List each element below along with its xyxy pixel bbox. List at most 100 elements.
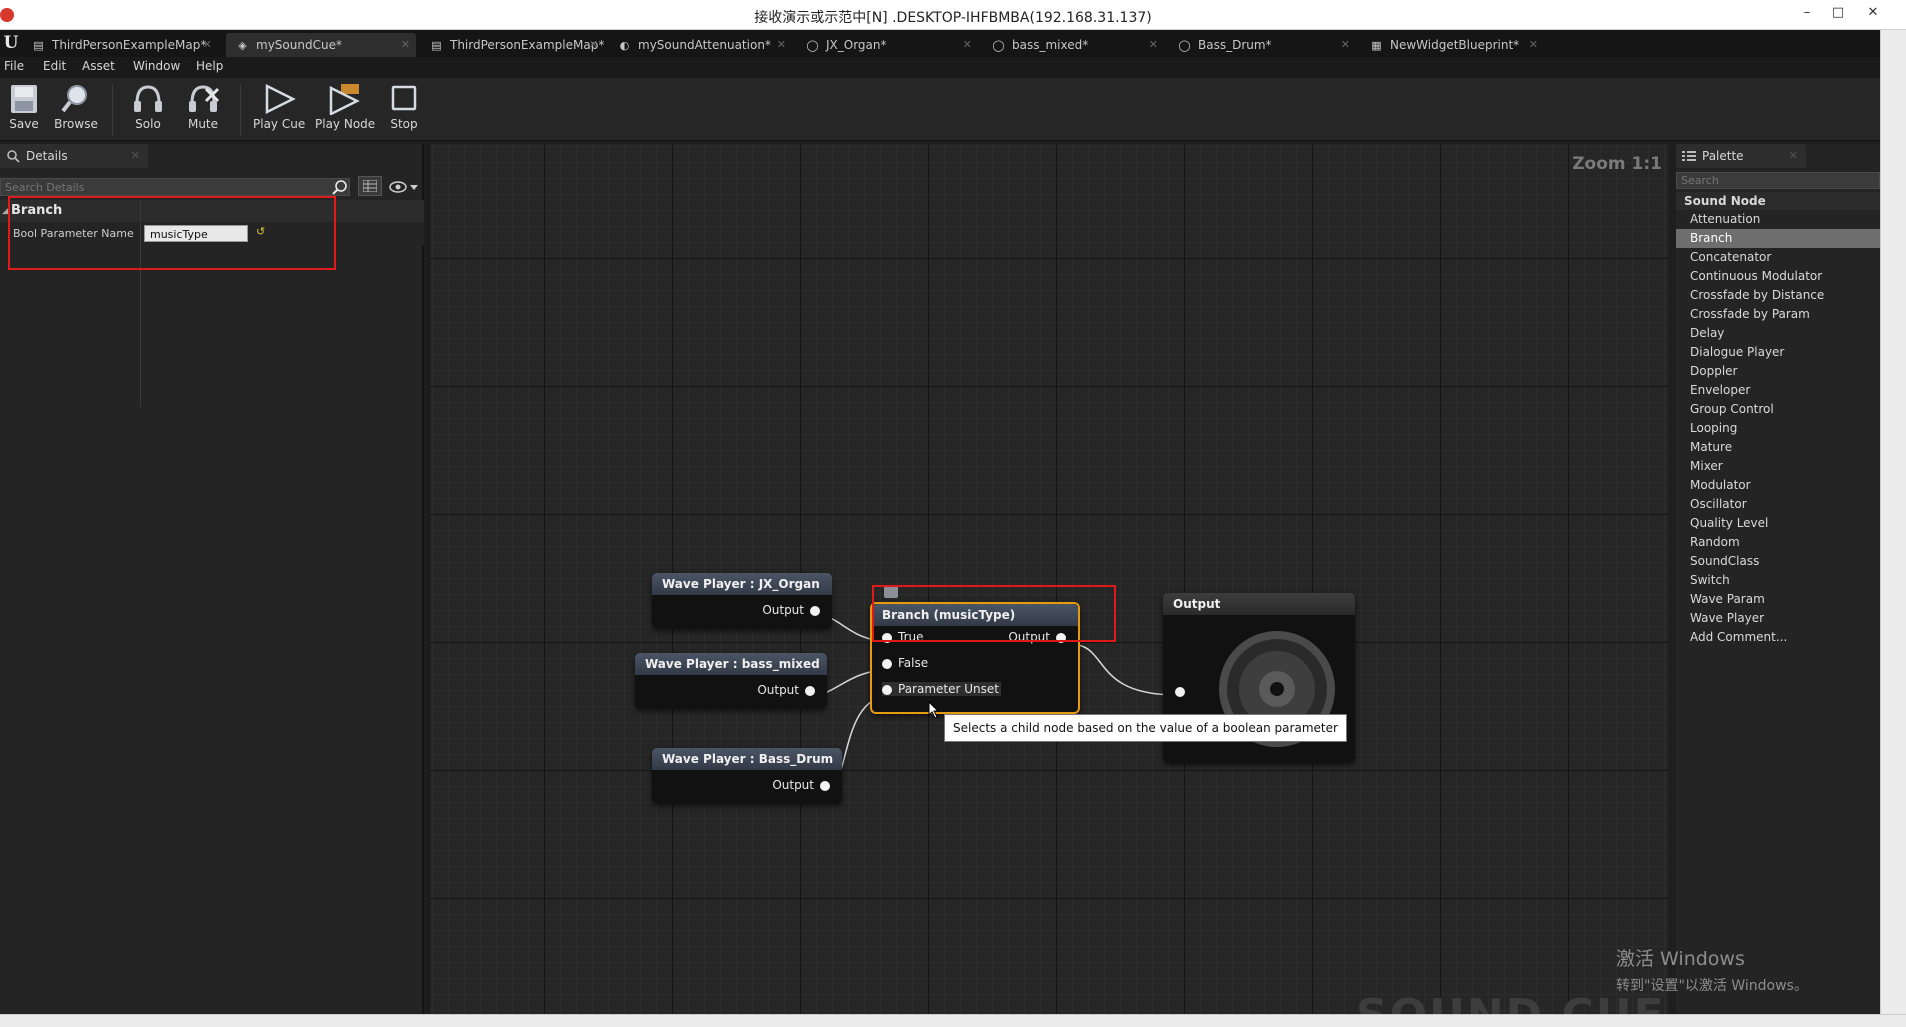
doc-tab[interactable]: ▤ ThirdPersonExampleMap* ✕ [22, 33, 218, 57]
palette-item[interactable]: Group Control [1676, 400, 1880, 419]
menu-asset[interactable]: Asset [82, 59, 115, 73]
wire-branch-to-output [1069, 643, 1178, 696]
view-options-button[interactable] [388, 179, 420, 195]
palette-item[interactable]: Add Comment... [1676, 628, 1880, 647]
palette-item[interactable]: Concatenator [1676, 248, 1880, 267]
browse-button[interactable]: Browse [52, 83, 100, 138]
node-title: Output [1163, 593, 1355, 615]
details-panel: Details ✕ ◢ Branch Bool Parameter Name m… [0, 144, 424, 1014]
palette-tab[interactable]: Palette ✕ [1676, 144, 1806, 168]
palette-item[interactable]: Wave Param [1676, 590, 1880, 609]
palette-item[interactable]: Mixer [1676, 457, 1880, 476]
output-pin[interactable]: Output [757, 683, 815, 697]
play-node-button[interactable]: Play Node [315, 83, 375, 138]
doc-tab[interactable]: ◯ Bass_Drum* ✕ [1168, 33, 1356, 57]
zoom-indicator: Zoom 1:1 [1572, 154, 1662, 174]
graph-wires [813, 614, 1178, 790]
wave-player-organ-node[interactable]: Wave Player : JX_Organ Output [652, 573, 832, 629]
stop-button[interactable]: Stop [384, 83, 424, 138]
pin-dot-icon [882, 658, 892, 669]
menu-help[interactable]: Help [196, 59, 223, 73]
attenuation-icon: ◐ [619, 39, 630, 52]
details-search-input[interactable] [0, 178, 350, 196]
palette-item[interactable]: Mature [1676, 438, 1880, 457]
tab-close-icon[interactable]: ✕ [777, 33, 786, 57]
output-pin[interactable]: Output [772, 778, 830, 792]
output-pin[interactable]: Output [762, 603, 820, 617]
sound-node-category[interactable]: Sound Node [1676, 192, 1880, 210]
palette-item[interactable]: Oscillator [1676, 495, 1880, 514]
eye-icon [389, 181, 418, 193]
search-icon[interactable] [332, 179, 348, 195]
list-icon [1682, 151, 1696, 161]
doc-tab[interactable]: ◈ mySoundCue* ✕ [226, 33, 416, 57]
parameter-unset-pin[interactable]: Parameter Unset [882, 682, 1001, 696]
sound-node-category-label: Sound Node [1684, 194, 1766, 208]
palette-item[interactable]: Continuous Modulator [1676, 267, 1880, 286]
toolbar-separator [240, 84, 241, 136]
remote-horizontal-scrollbar[interactable] [0, 1014, 1906, 1027]
remote-scrollbar[interactable] [1880, 30, 1906, 1014]
doc-tab[interactable]: ◐ mySoundAttenuation* ✕ [608, 33, 792, 57]
palette-search-input[interactable] [1676, 172, 1880, 189]
wave-player-bass-mixed-node[interactable]: Wave Player : bass_mixed Output [635, 653, 827, 709]
palette-item[interactable]: Dialogue Player [1676, 343, 1880, 362]
palette-item[interactable]: Crossfade by Distance [1676, 286, 1880, 305]
palette-item[interactable]: SoundClass [1676, 552, 1880, 571]
palette-item[interactable]: Enveloper [1676, 381, 1880, 400]
details-tab[interactable]: Details ✕ [0, 144, 148, 168]
palette-item[interactable]: Wave Player [1676, 609, 1880, 628]
sound-cue-graph[interactable]: Zoom 1:1 SOUND CUE Wave Player : JX_Orga… [428, 144, 1668, 1014]
tab-close-icon[interactable]: ✕ [963, 33, 972, 57]
tab-close-icon[interactable]: ✕ [401, 33, 410, 57]
tab-close-icon[interactable]: ✕ [1529, 33, 1538, 57]
maximize-button[interactable]: □ [1825, 2, 1851, 24]
sound-wave-icon: ◯ [806, 39, 819, 52]
doc-tab-label: JX_Organ* [826, 38, 887, 52]
play-cue-label: Play Cue [253, 117, 306, 131]
doc-tab[interactable]: ◯ bass_mixed* ✕ [982, 33, 1164, 57]
palette-item[interactable]: Crossfade by Param [1676, 305, 1880, 324]
menu-edit[interactable]: Edit [43, 59, 66, 73]
mute-button[interactable]: Mute [180, 83, 226, 138]
palette-item[interactable]: Doppler [1676, 362, 1880, 381]
pin-dot-icon [810, 605, 820, 616]
output-input-pin[interactable] [1175, 687, 1185, 697]
palette-item[interactable]: Random [1676, 533, 1880, 552]
map-icon: ▤ [431, 39, 442, 52]
sound-wave-icon: ◯ [1178, 39, 1191, 52]
play-cue-button[interactable]: Play Cue [253, 83, 305, 138]
palette-item[interactable]: Delay [1676, 324, 1880, 343]
palette-item[interactable]: Switch [1676, 571, 1880, 590]
toolbar: Save Browse Solo Mute Play Cue Play Node… [0, 78, 1880, 141]
doc-tab[interactable]: ▦ NewWidgetBlueprint* ✕ [1360, 33, 1544, 57]
doc-tab[interactable]: ◯ JX_Organ* ✕ [796, 33, 978, 57]
false-pin[interactable]: False [882, 656, 928, 670]
palette-tab-close-icon[interactable]: ✕ [1789, 144, 1798, 168]
grid-icon [363, 180, 377, 192]
tab-close-icon[interactable]: ✕ [1149, 33, 1158, 57]
palette-item[interactable]: Quality Level [1676, 514, 1880, 533]
palette-item[interactable]: Looping [1676, 419, 1880, 438]
wave-player-bass-drum-node[interactable]: Wave Player : Bass_Drum Output [652, 748, 842, 804]
menu-window[interactable]: Window [133, 59, 180, 73]
palette-item[interactable]: Modulator [1676, 476, 1880, 495]
details-tab-close-icon[interactable]: ✕ [131, 144, 140, 168]
property-matrix-button[interactable] [358, 176, 382, 196]
close-button[interactable]: ✕ [1860, 2, 1886, 24]
doc-tab[interactable]: ▤ ThirdPersonExampleMap* ✕ [420, 33, 604, 57]
palette-item[interactable]: Branch [1676, 229, 1880, 248]
remote-session-titlebar: 接收演示或示范中[N] .DESKTOP-IHFBMBA(192.168.31.… [0, 0, 1906, 30]
save-button[interactable]: Save [2, 83, 46, 138]
node-title: Wave Player : Bass_Drum [652, 748, 842, 770]
palette-item[interactable]: Attenuation [1676, 210, 1880, 229]
tab-close-icon[interactable]: ✕ [1341, 33, 1350, 57]
solo-button[interactable]: Solo [126, 83, 170, 138]
windows-activation-watermark: 激活 Windows 转到"设置"以激活 Windows。 [1616, 944, 1808, 995]
activation-title: 激活 Windows [1616, 948, 1745, 970]
minimize-button[interactable]: – [1794, 2, 1820, 24]
browse-label: Browse [54, 117, 98, 131]
menu-file[interactable]: File [4, 59, 24, 73]
tab-close-icon[interactable]: ✕ [203, 33, 212, 57]
tab-close-icon[interactable]: ✕ [589, 33, 598, 57]
